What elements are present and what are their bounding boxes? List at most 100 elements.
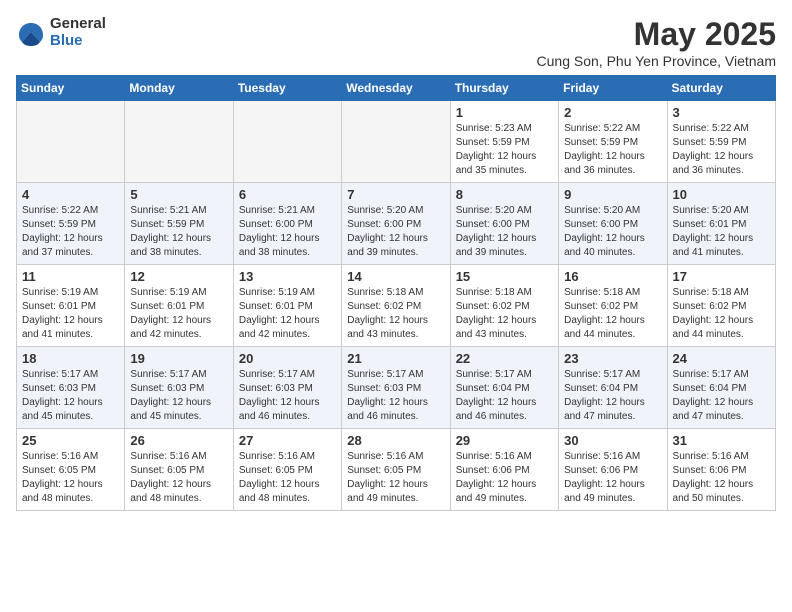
logo-icon <box>16 18 46 48</box>
table-row: 6Sunrise: 5:21 AM Sunset: 6:00 PM Daylig… <box>233 183 341 265</box>
table-row <box>342 101 450 183</box>
col-monday: Monday <box>125 76 233 101</box>
calendar-week-row: 4 Sunrise: 5:22 AM Sunset: 5:59 PM Daylig… <box>17 183 776 265</box>
day-info: Sunrise: 5:18 AM Sunset: 6:02 PM Dayligh… <box>347 286 444 342</box>
day-info: Sunrise: 5:18 AM Sunset: 6:02 PM Dayligh… <box>564 286 661 342</box>
day-info: Sunrise: 5:22 AM Sunset: 5:59 PM Dayligh… <box>673 122 770 178</box>
day-info: Sunrise: 5:16 AM Sunset: 6:06 PM Dayligh… <box>673 450 770 506</box>
table-row: 23 Sunrise: 5:17 AM Sunset: 6:04 PM Dayli… <box>559 347 667 429</box>
table-row: 8Sunrise: 5:20 AM Sunset: 6:00 PM Daylig… <box>450 183 558 265</box>
day-number: 8 <box>456 187 553 202</box>
page-wrapper: General Blue May 2025 Cung Son, Phu Yen … <box>16 16 776 511</box>
table-row: 5Sunrise: 5:21 AM Sunset: 5:59 PM Daylig… <box>125 183 233 265</box>
day-number: 10 <box>673 187 770 202</box>
day-number: 16 <box>564 269 661 284</box>
header-row: Sunday Monday Tuesday Wednesday Thursday… <box>17 76 776 101</box>
table-row: 3 Sunrise: 5:22 AM Sunset: 5:59 PM Daylig… <box>667 101 775 183</box>
day-number: 26 <box>130 433 227 448</box>
table-row: 14 Sunrise: 5:18 AM Sunset: 6:02 PM Dayli… <box>342 265 450 347</box>
table-row: 11Sunrise: 5:19 AM Sunset: 6:01 PM Dayli… <box>17 265 125 347</box>
table-row: 19 Sunrise: 5:17 AM Sunset: 6:03 PM Dayli… <box>125 347 233 429</box>
day-number: 4 <box>22 187 119 202</box>
table-row: 27 Sunrise: 5:16 AM Sunset: 6:05 PM Dayli… <box>233 429 341 511</box>
day-info: Sunrise: 5:17 AM Sunset: 6:03 PM Dayligh… <box>239 368 336 424</box>
day-info: Sunrise: 5:21 AM Sunset: 6:00 PM Dayligh… <box>239 204 336 260</box>
table-row: 4 Sunrise: 5:22 AM Sunset: 5:59 PM Daylig… <box>17 183 125 265</box>
col-tuesday: Tuesday <box>233 76 341 101</box>
day-info: Sunrise: 5:22 AM Sunset: 5:59 PM Dayligh… <box>22 204 119 260</box>
day-info: Sunrise: 5:16 AM Sunset: 6:05 PM Dayligh… <box>22 450 119 506</box>
table-row: 12 Sunrise: 5:19 AM Sunset: 6:01 PM Dayli… <box>125 265 233 347</box>
table-row: 18 Sunrise: 5:17 AM Sunset: 6:03 PM Dayli… <box>17 347 125 429</box>
day-info: Sunrise: 5:16 AM Sunset: 6:06 PM Dayligh… <box>456 450 553 506</box>
table-row: 22 Sunrise: 5:17 AM Sunset: 6:04 PM Dayli… <box>450 347 558 429</box>
day-number: 7 <box>347 187 444 202</box>
day-number: 2 <box>564 105 661 120</box>
day-info: Sunrise: 5:17 AM Sunset: 6:04 PM Dayligh… <box>564 368 661 424</box>
table-row: 31 Sunrise: 5:16 AM Sunset: 6:06 PM Dayli… <box>667 429 775 511</box>
day-info: Sunrise: 5:18 AM Sunset: 6:02 PM Dayligh… <box>456 286 553 342</box>
day-info: Sunrise: 5:20 AM Sunset: 6:01 PM Dayligh… <box>673 204 770 260</box>
day-info: Sunrise: 5:16 AM Sunset: 6:05 PM Dayligh… <box>239 450 336 506</box>
day-number: 13 <box>239 269 336 284</box>
day-info: Sunrise: 5:17 AM Sunset: 6:04 PM Dayligh… <box>456 368 553 424</box>
table-row: 21 Sunrise: 5:17 AM Sunset: 6:03 PM Dayli… <box>342 347 450 429</box>
table-row: 28 Sunrise: 5:16 AM Sunset: 6:05 PM Dayli… <box>342 429 450 511</box>
day-info: Sunrise: 5:17 AM Sunset: 6:04 PM Dayligh… <box>673 368 770 424</box>
table-row: 2Sunrise: 5:22 AM Sunset: 5:59 PM Daylig… <box>559 101 667 183</box>
col-sunday: Sunday <box>17 76 125 101</box>
day-number: 3 <box>673 105 770 120</box>
day-number: 22 <box>456 351 553 366</box>
table-row: 10 Sunrise: 5:20 AM Sunset: 6:01 PM Dayli… <box>667 183 775 265</box>
day-info: Sunrise: 5:19 AM Sunset: 6:01 PM Dayligh… <box>22 286 119 342</box>
table-row: 24Sunrise: 5:17 AM Sunset: 6:04 PM Dayli… <box>667 347 775 429</box>
table-row: 29 Sunrise: 5:16 AM Sunset: 6:06 PM Dayli… <box>450 429 558 511</box>
day-info: Sunrise: 5:19 AM Sunset: 6:01 PM Dayligh… <box>239 286 336 342</box>
table-row: 30Sunrise: 5:16 AM Sunset: 6:06 PM Dayli… <box>559 429 667 511</box>
table-row: 20Sunrise: 5:17 AM Sunset: 6:03 PM Dayli… <box>233 347 341 429</box>
day-number: 28 <box>347 433 444 448</box>
calendar-subtitle: Cung Son, Phu Yen Province, Vietnam <box>537 53 776 69</box>
day-info: Sunrise: 5:23 AM Sunset: 5:59 PM Dayligh… <box>456 122 553 178</box>
table-row: 16 Sunrise: 5:18 AM Sunset: 6:02 PM Dayli… <box>559 265 667 347</box>
calendar-title: May 2025 <box>537 16 776 53</box>
col-saturday: Saturday <box>667 76 775 101</box>
table-row <box>125 101 233 183</box>
day-info: Sunrise: 5:17 AM Sunset: 6:03 PM Dayligh… <box>130 368 227 424</box>
day-number: 21 <box>347 351 444 366</box>
day-number: 23 <box>564 351 661 366</box>
day-info: Sunrise: 5:16 AM Sunset: 6:05 PM Dayligh… <box>130 450 227 506</box>
logo: General Blue <box>16 16 106 49</box>
day-number: 17 <box>673 269 770 284</box>
calendar-week-row: 18 Sunrise: 5:17 AM Sunset: 6:03 PM Dayli… <box>17 347 776 429</box>
table-row: 17 Sunrise: 5:18 AM Sunset: 6:02 PM Dayli… <box>667 265 775 347</box>
day-number: 29 <box>456 433 553 448</box>
logo-general: General <box>50 16 106 33</box>
day-info: Sunrise: 5:16 AM Sunset: 6:06 PM Dayligh… <box>564 450 661 506</box>
day-info: Sunrise: 5:17 AM Sunset: 6:03 PM Dayligh… <box>347 368 444 424</box>
table-row: 26 Sunrise: 5:16 AM Sunset: 6:05 PM Dayli… <box>125 429 233 511</box>
table-row: 7Sunrise: 5:20 AM Sunset: 6:00 PM Daylig… <box>342 183 450 265</box>
day-info: Sunrise: 5:21 AM Sunset: 5:59 PM Dayligh… <box>130 204 227 260</box>
day-number: 27 <box>239 433 336 448</box>
day-info: Sunrise: 5:20 AM Sunset: 6:00 PM Dayligh… <box>564 204 661 260</box>
day-number: 18 <box>22 351 119 366</box>
day-info: Sunrise: 5:17 AM Sunset: 6:03 PM Dayligh… <box>22 368 119 424</box>
day-number: 14 <box>347 269 444 284</box>
day-info: Sunrise: 5:18 AM Sunset: 6:02 PM Dayligh… <box>673 286 770 342</box>
day-number: 12 <box>130 269 227 284</box>
table-row <box>17 101 125 183</box>
day-number: 19 <box>130 351 227 366</box>
col-wednesday: Wednesday <box>342 76 450 101</box>
day-info: Sunrise: 5:16 AM Sunset: 6:05 PM Dayligh… <box>347 450 444 506</box>
table-row: 9Sunrise: 5:20 AM Sunset: 6:00 PM Daylig… <box>559 183 667 265</box>
col-friday: Friday <box>559 76 667 101</box>
logo-text: General Blue <box>50 16 106 49</box>
day-number: 15 <box>456 269 553 284</box>
day-number: 31 <box>673 433 770 448</box>
calendar-week-row: 1 Sunrise: 5:23 AM Sunset: 5:59 PM Daylig… <box>17 101 776 183</box>
day-number: 1 <box>456 105 553 120</box>
day-info: Sunrise: 5:19 AM Sunset: 6:01 PM Dayligh… <box>130 286 227 342</box>
table-row <box>233 101 341 183</box>
table-row: 15 Sunrise: 5:18 AM Sunset: 6:02 PM Dayli… <box>450 265 558 347</box>
